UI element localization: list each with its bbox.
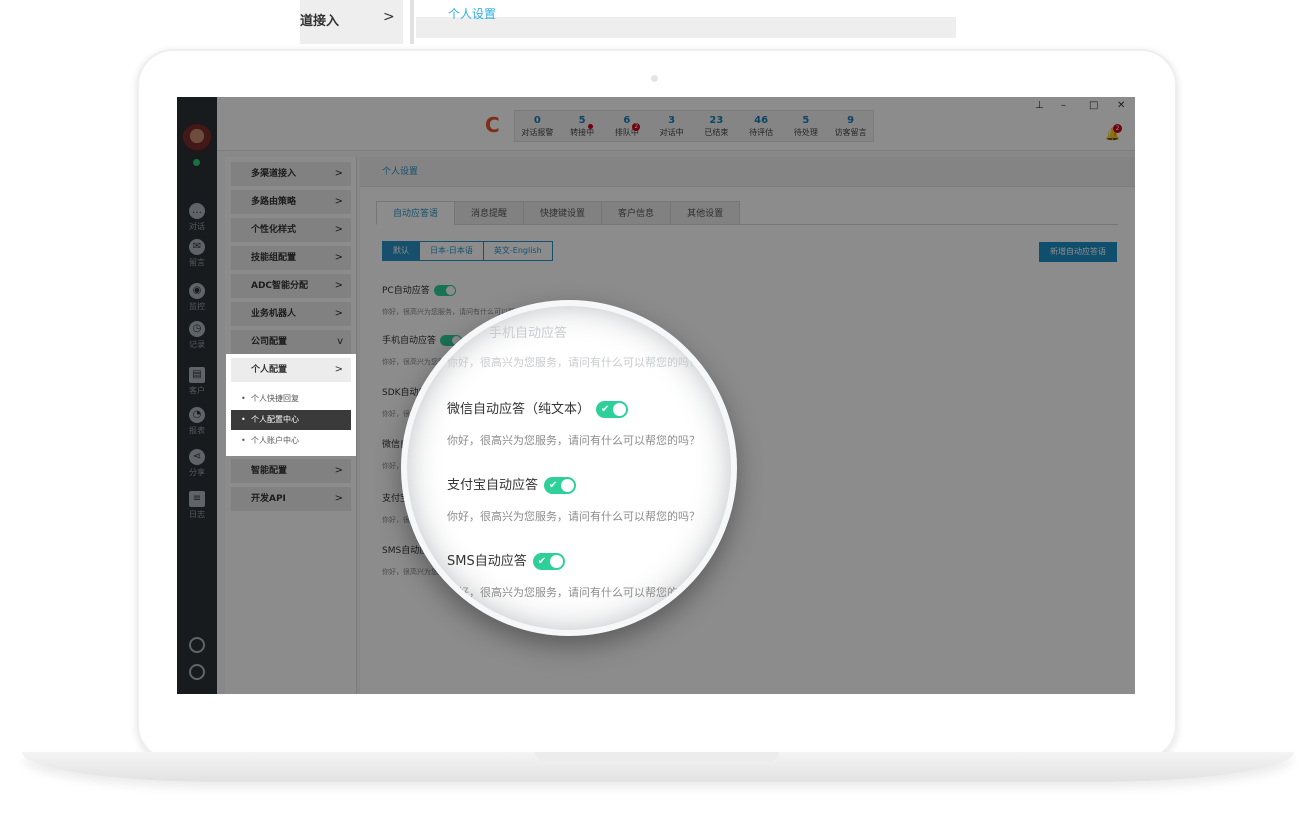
- lens-sub-sms: 你好，很高兴为您服务，请问有什么可以帮您的吗？: [447, 586, 700, 599]
- toggle-alipay[interactable]: ✔: [544, 477, 577, 494]
- check-icon: ✔: [601, 404, 610, 415]
- magnifier-lens: 手机自动应答 你好，很高兴为您服务，请问有什么可以帮您的吗？ 微信自动应答（纯文…: [401, 300, 737, 636]
- lens-sub-wechat: 你好，很高兴为您服务，请问有什么可以帮您的吗？: [447, 434, 700, 447]
- lens-row-label: SMS自动应答: [447, 554, 527, 569]
- camera-dot: [651, 75, 658, 82]
- submenu-config-center[interactable]: 个人配置中心: [231, 410, 351, 430]
- cropped-breadcrumb-link: 个人设置: [448, 7, 497, 21]
- submenu-account-center[interactable]: 个人账户中心: [231, 431, 351, 451]
- cropped-chevron-right-icon: >: [383, 9, 395, 25]
- check-icon: ✔: [549, 480, 558, 491]
- menu-label: 个人配置: [251, 365, 288, 375]
- highlighted-personal-config: 个人配置 > 个人快捷回复 个人配置中心 个人账户中心: [226, 354, 356, 456]
- lens-title-alipay: 支付宝自动应答 ✔: [447, 474, 577, 494]
- submenu-quick-reply[interactable]: 个人快捷回复: [231, 389, 351, 409]
- chevron-right-icon: >: [334, 364, 343, 375]
- menu-item-personal-config[interactable]: 个人配置 >: [231, 358, 351, 382]
- cropped-divider: [410, 0, 414, 44]
- cropped-menu-label: 道接入: [300, 14, 340, 29]
- lens-ghost-title: 手机自动应答: [489, 326, 568, 341]
- laptop-notch: [535, 752, 779, 762]
- check-icon: ✔: [537, 556, 547, 567]
- lens-sub-alipay: 你好，很高兴为您服务，请问有什么可以帮您的吗？: [447, 510, 700, 523]
- lens-row-label: 微信自动应答（纯文本）: [447, 402, 591, 417]
- toggle-sms[interactable]: ✔: [532, 553, 565, 570]
- lens-row-label: 支付宝自动应答: [447, 478, 539, 493]
- marketing-stage: 道接入 > 个人设置 … 对话 ✉ 留言 ◉ 监控 ◷ 记录 ▤ 客户 ◔ 报表 ⋖ 分享 ≡…: [0, 0, 1306, 823]
- lens-ghost-sub: 你好，很高兴为您服务，请问有什么可以帮您的吗？: [447, 356, 700, 369]
- cropped-breadcrumb-fragment: [416, 17, 956, 38]
- toggle-wechat[interactable]: ✔: [596, 401, 629, 418]
- lens-title-wechat: 微信自动应答（纯文本） ✔: [447, 398, 629, 418]
- lens-title-sms: SMS自动应答 ✔: [447, 550, 565, 570]
